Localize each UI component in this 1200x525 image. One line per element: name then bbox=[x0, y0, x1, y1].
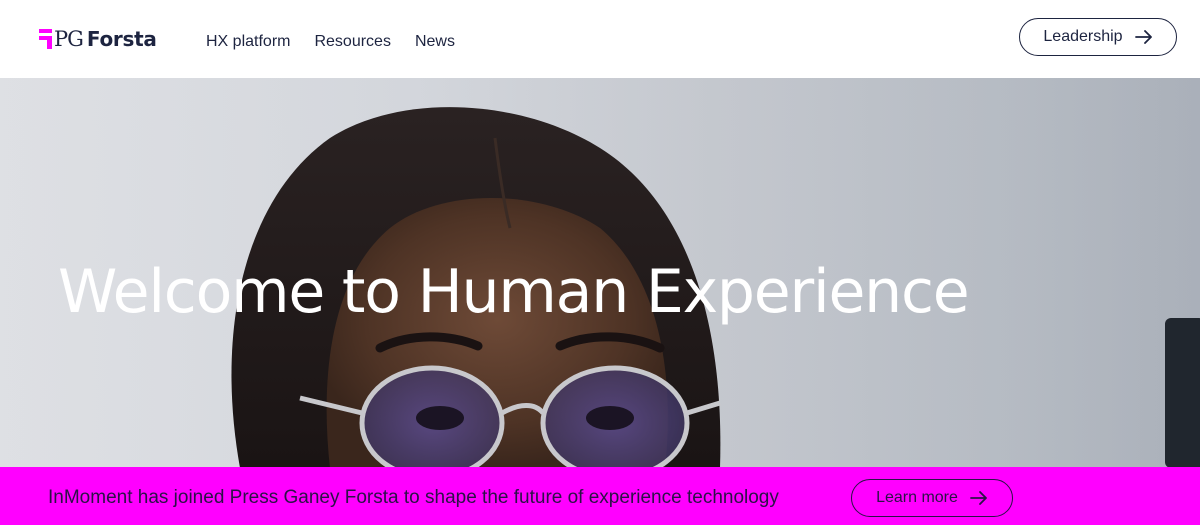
site-header: PG Forsta HX platform Resources News Lea… bbox=[0, 0, 1200, 78]
hero-section: Welcome to Human Experience bbox=[0, 78, 1200, 468]
nav-item-hx-platform[interactable]: HX platform bbox=[206, 31, 290, 53]
leadership-button-label: Leadership bbox=[1043, 28, 1123, 45]
pg-forsta-logo-mark-icon bbox=[39, 29, 52, 49]
page: PG Forsta HX platform Resources News Lea… bbox=[0, 0, 1200, 525]
announcement-banner: InMoment has joined Press Ganey Forsta t… bbox=[0, 467, 1200, 525]
banner-text: InMoment has joined Press Ganey Forsta t… bbox=[48, 487, 779, 508]
arrow-right-icon bbox=[1134, 30, 1153, 44]
learn-more-button-label: Learn more bbox=[876, 489, 958, 506]
hero-title: Welcome to Human Experience bbox=[58, 257, 970, 327]
nav-item-news[interactable]: News bbox=[415, 31, 455, 53]
learn-more-button[interactable]: Learn more bbox=[851, 479, 1013, 517]
main-nav: HX platform Resources News bbox=[206, 31, 455, 53]
nav-item-resources[interactable]: Resources bbox=[314, 31, 390, 53]
arrow-right-icon bbox=[970, 491, 988, 505]
logo-forsta-text: Forsta bbox=[86, 27, 157, 51]
logo-pg-text: PG bbox=[54, 27, 84, 51]
logo-link[interactable]: PG Forsta bbox=[39, 26, 157, 52]
leadership-button[interactable]: Leadership bbox=[1019, 18, 1177, 56]
